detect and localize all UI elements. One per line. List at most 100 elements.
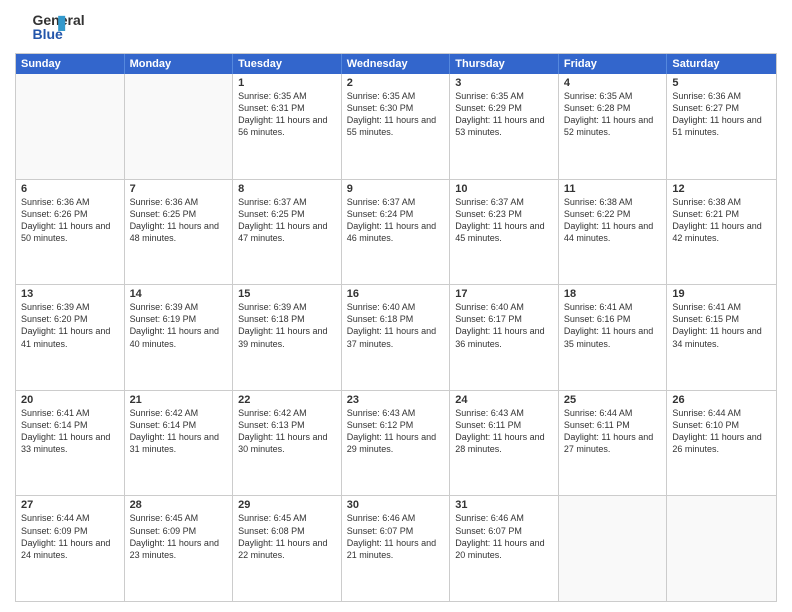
day-cell-12: 12Sunrise: 6:38 AMSunset: 6:21 PMDayligh… bbox=[667, 180, 776, 285]
sunrise-text: Sunrise: 6:41 AM bbox=[21, 407, 119, 419]
sunrise-text: Sunrise: 6:44 AM bbox=[672, 407, 771, 419]
day-number: 9 bbox=[347, 183, 445, 195]
sunset-text: Sunset: 6:23 PM bbox=[455, 208, 553, 220]
day-number: 23 bbox=[347, 394, 445, 406]
daylight-text: Daylight: 11 hours and 21 minutes. bbox=[347, 537, 445, 561]
calendar-row-3: 20Sunrise: 6:41 AMSunset: 6:14 PMDayligh… bbox=[16, 390, 776, 496]
daylight-text: Daylight: 11 hours and 41 minutes. bbox=[21, 325, 119, 349]
day-cell-15: 15Sunrise: 6:39 AMSunset: 6:18 PMDayligh… bbox=[233, 285, 342, 390]
day-cell-9: 9Sunrise: 6:37 AMSunset: 6:24 PMDaylight… bbox=[342, 180, 451, 285]
header-day-sunday: Sunday bbox=[16, 54, 125, 74]
daylight-text: Daylight: 11 hours and 30 minutes. bbox=[238, 431, 336, 455]
day-cell-19: 19Sunrise: 6:41 AMSunset: 6:15 PMDayligh… bbox=[667, 285, 776, 390]
day-cell-11: 11Sunrise: 6:38 AMSunset: 6:22 PMDayligh… bbox=[559, 180, 668, 285]
calendar-page: General Blue SundayMondayTuesdayWednesda… bbox=[0, 0, 792, 612]
sunset-text: Sunset: 6:08 PM bbox=[238, 525, 336, 537]
sunrise-text: Sunrise: 6:35 AM bbox=[455, 90, 553, 102]
daylight-text: Daylight: 11 hours and 51 minutes. bbox=[672, 114, 771, 138]
day-number: 11 bbox=[564, 183, 662, 195]
day-number: 20 bbox=[21, 394, 119, 406]
day-number: 30 bbox=[347, 499, 445, 511]
day-cell-27: 27Sunrise: 6:44 AMSunset: 6:09 PMDayligh… bbox=[16, 496, 125, 601]
sunrise-text: Sunrise: 6:45 AM bbox=[238, 512, 336, 524]
empty-cell bbox=[16, 74, 125, 179]
day-number: 22 bbox=[238, 394, 336, 406]
sunset-text: Sunset: 6:26 PM bbox=[21, 208, 119, 220]
sunrise-text: Sunrise: 6:39 AM bbox=[238, 301, 336, 313]
sunrise-text: Sunrise: 6:38 AM bbox=[564, 196, 662, 208]
day-cell-20: 20Sunrise: 6:41 AMSunset: 6:14 PMDayligh… bbox=[16, 391, 125, 496]
sunrise-text: Sunrise: 6:46 AM bbox=[455, 512, 553, 524]
daylight-text: Daylight: 11 hours and 50 minutes. bbox=[21, 220, 119, 244]
sunset-text: Sunset: 6:17 PM bbox=[455, 313, 553, 325]
day-cell-26: 26Sunrise: 6:44 AMSunset: 6:10 PMDayligh… bbox=[667, 391, 776, 496]
day-cell-29: 29Sunrise: 6:45 AMSunset: 6:08 PMDayligh… bbox=[233, 496, 342, 601]
sunset-text: Sunset: 6:19 PM bbox=[130, 313, 228, 325]
sunset-text: Sunset: 6:16 PM bbox=[564, 313, 662, 325]
day-cell-31: 31Sunrise: 6:46 AMSunset: 6:07 PMDayligh… bbox=[450, 496, 559, 601]
day-cell-3: 3Sunrise: 6:35 AMSunset: 6:29 PMDaylight… bbox=[450, 74, 559, 179]
day-number: 4 bbox=[564, 77, 662, 89]
day-number: 24 bbox=[455, 394, 553, 406]
sunset-text: Sunset: 6:09 PM bbox=[130, 525, 228, 537]
daylight-text: Daylight: 11 hours and 45 minutes. bbox=[455, 220, 553, 244]
header-day-monday: Monday bbox=[125, 54, 234, 74]
sunrise-text: Sunrise: 6:35 AM bbox=[347, 90, 445, 102]
sunset-text: Sunset: 6:11 PM bbox=[564, 419, 662, 431]
empty-cell bbox=[559, 496, 668, 601]
sunrise-text: Sunrise: 6:38 AM bbox=[672, 196, 771, 208]
daylight-text: Daylight: 11 hours and 34 minutes. bbox=[672, 325, 771, 349]
day-number: 19 bbox=[672, 288, 771, 300]
day-number: 18 bbox=[564, 288, 662, 300]
calendar-header-row: SundayMondayTuesdayWednesdayThursdayFrid… bbox=[16, 54, 776, 74]
daylight-text: Daylight: 11 hours and 42 minutes. bbox=[672, 220, 771, 244]
day-number: 21 bbox=[130, 394, 228, 406]
day-number: 6 bbox=[21, 183, 119, 195]
day-number: 15 bbox=[238, 288, 336, 300]
day-cell-1: 1Sunrise: 6:35 AMSunset: 6:31 PMDaylight… bbox=[233, 74, 342, 179]
day-number: 8 bbox=[238, 183, 336, 195]
daylight-text: Daylight: 11 hours and 55 minutes. bbox=[347, 114, 445, 138]
day-cell-16: 16Sunrise: 6:40 AMSunset: 6:18 PMDayligh… bbox=[342, 285, 451, 390]
day-number: 17 bbox=[455, 288, 553, 300]
day-cell-25: 25Sunrise: 6:44 AMSunset: 6:11 PMDayligh… bbox=[559, 391, 668, 496]
daylight-text: Daylight: 11 hours and 47 minutes. bbox=[238, 220, 336, 244]
sunrise-text: Sunrise: 6:37 AM bbox=[238, 196, 336, 208]
day-number: 25 bbox=[564, 394, 662, 406]
calendar-row-2: 13Sunrise: 6:39 AMSunset: 6:20 PMDayligh… bbox=[16, 284, 776, 390]
sunset-text: Sunset: 6:20 PM bbox=[21, 313, 119, 325]
sunset-text: Sunset: 6:13 PM bbox=[238, 419, 336, 431]
day-cell-5: 5Sunrise: 6:36 AMSunset: 6:27 PMDaylight… bbox=[667, 74, 776, 179]
sunrise-text: Sunrise: 6:44 AM bbox=[564, 407, 662, 419]
daylight-text: Daylight: 11 hours and 39 minutes. bbox=[238, 325, 336, 349]
day-cell-17: 17Sunrise: 6:40 AMSunset: 6:17 PMDayligh… bbox=[450, 285, 559, 390]
calendar-row-4: 27Sunrise: 6:44 AMSunset: 6:09 PMDayligh… bbox=[16, 495, 776, 601]
day-number: 5 bbox=[672, 77, 771, 89]
daylight-text: Daylight: 11 hours and 46 minutes. bbox=[347, 220, 445, 244]
day-cell-18: 18Sunrise: 6:41 AMSunset: 6:16 PMDayligh… bbox=[559, 285, 668, 390]
empty-cell bbox=[667, 496, 776, 601]
daylight-text: Daylight: 11 hours and 40 minutes. bbox=[130, 325, 228, 349]
day-cell-21: 21Sunrise: 6:42 AMSunset: 6:14 PMDayligh… bbox=[125, 391, 234, 496]
daylight-text: Daylight: 11 hours and 22 minutes. bbox=[238, 537, 336, 561]
day-number: 28 bbox=[130, 499, 228, 511]
daylight-text: Daylight: 11 hours and 37 minutes. bbox=[347, 325, 445, 349]
header-day-tuesday: Tuesday bbox=[233, 54, 342, 74]
header-day-wednesday: Wednesday bbox=[342, 54, 451, 74]
sunrise-text: Sunrise: 6:36 AM bbox=[672, 90, 771, 102]
sunset-text: Sunset: 6:29 PM bbox=[455, 102, 553, 114]
day-cell-6: 6Sunrise: 6:36 AMSunset: 6:26 PMDaylight… bbox=[16, 180, 125, 285]
sunset-text: Sunset: 6:27 PM bbox=[672, 102, 771, 114]
sunset-text: Sunset: 6:21 PM bbox=[672, 208, 771, 220]
day-cell-13: 13Sunrise: 6:39 AMSunset: 6:20 PMDayligh… bbox=[16, 285, 125, 390]
sunrise-text: Sunrise: 6:37 AM bbox=[455, 196, 553, 208]
sunset-text: Sunset: 6:09 PM bbox=[21, 525, 119, 537]
daylight-text: Daylight: 11 hours and 24 minutes. bbox=[21, 537, 119, 561]
sunset-text: Sunset: 6:25 PM bbox=[238, 208, 336, 220]
sunrise-text: Sunrise: 6:45 AM bbox=[130, 512, 228, 524]
sunrise-text: Sunrise: 6:40 AM bbox=[347, 301, 445, 313]
sunrise-text: Sunrise: 6:35 AM bbox=[564, 90, 662, 102]
day-number: 13 bbox=[21, 288, 119, 300]
sunrise-text: Sunrise: 6:42 AM bbox=[238, 407, 336, 419]
calendar: SundayMondayTuesdayWednesdayThursdayFrid… bbox=[15, 53, 777, 602]
